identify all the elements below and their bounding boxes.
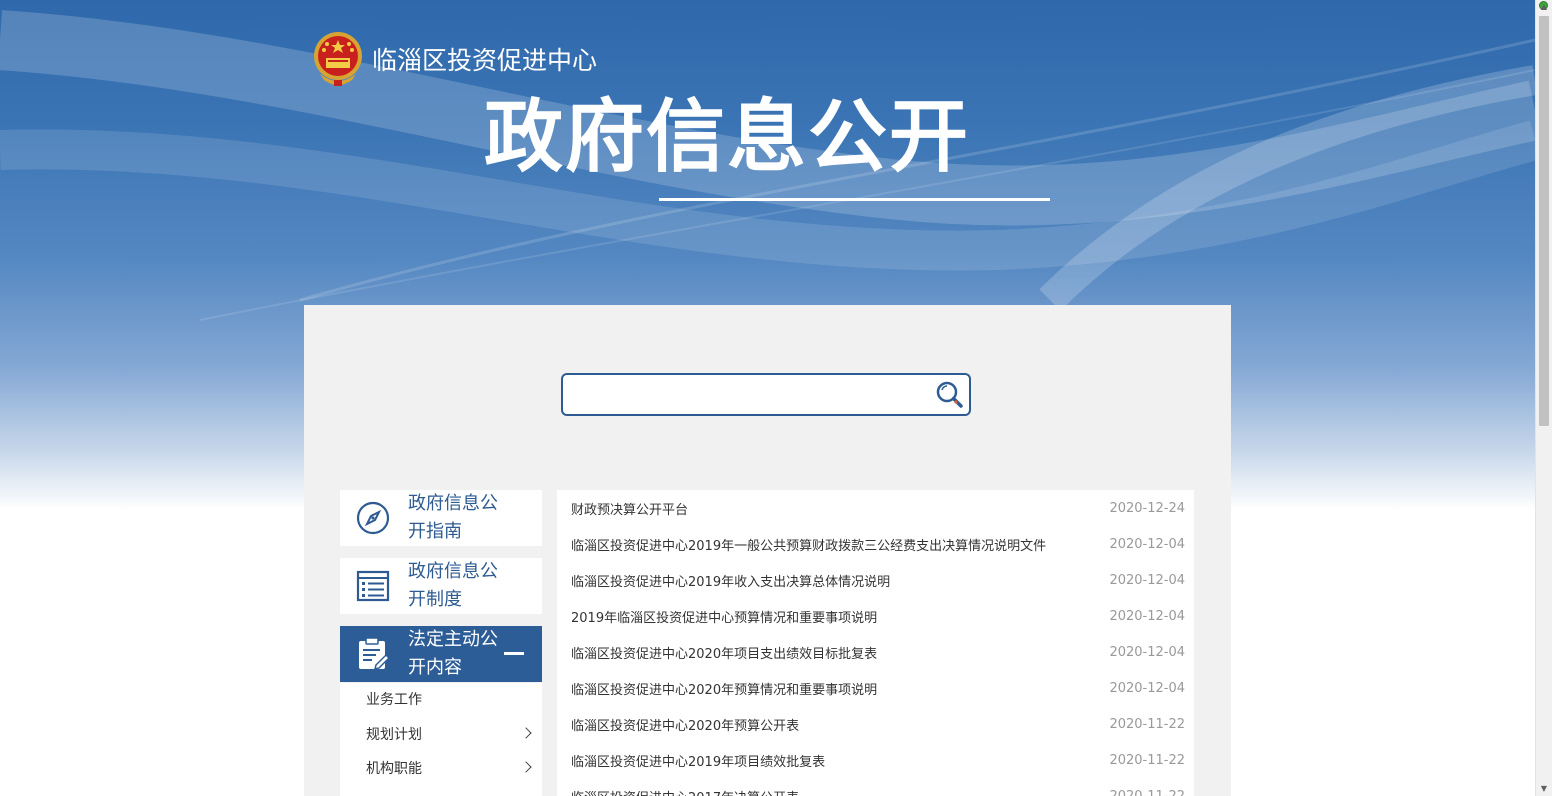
news-date: 2020-11-22 <box>1109 716 1185 732</box>
subitem-label: 机构职能 <box>366 761 422 777</box>
news-date: 2020-12-04 <box>1109 644 1185 660</box>
sidebar-subitem-functions[interactable]: 机构职能 <box>340 752 542 787</box>
news-title[interactable]: 临淄区投资促进中心2017年决算公开表 <box>571 787 799 796</box>
search-input[interactable] <box>571 381 931 409</box>
news-list: 财政预决算公开平台 2020-12-24 临淄区投资促进中心2019年一般公共预… <box>557 490 1194 796</box>
list-item[interactable]: 临淄区投资促进中心2019年项目绩效批复表 2020-11-22 <box>557 742 1194 778</box>
title-underline <box>659 198 1050 201</box>
header-logo[interactable]: 临淄区投资促进中心 <box>312 30 597 88</box>
list-item[interactable]: 临淄区投资促进中心2020年预算公开表 2020-11-22 <box>557 706 1194 742</box>
news-title[interactable]: 临淄区投资促进中心2020年项目支出绩效目标批复表 <box>571 643 877 662</box>
sidebar-item-system[interactable]: 政府信息公开制度 <box>340 558 542 614</box>
news-date: 2020-11-22 <box>1109 788 1185 796</box>
news-date: 2020-11-22 <box>1109 752 1185 768</box>
chevron-right-icon <box>520 726 532 739</box>
list-item[interactable]: 临淄区投资促进中心2019年收入支出决算总体情况说明 2020-12-04 <box>557 562 1194 598</box>
sidebar-item-label: 政府信息公开指南 <box>408 493 498 542</box>
search-box <box>561 373 971 416</box>
news-date: 2020-12-04 <box>1109 680 1185 696</box>
news-date: 2020-12-04 <box>1109 572 1185 588</box>
scrollbar-thumb[interactable] <box>1539 16 1549 426</box>
news-title[interactable]: 临淄区投资促进中心2019年项目绩效批复表 <box>571 751 825 770</box>
news-date: 2020-12-04 <box>1109 608 1185 624</box>
list-item[interactable]: 临淄区投资促进中心2020年预算情况和重要事项说明 2020-12-04 <box>557 670 1194 706</box>
scroll-down-icon[interactable]: ▼ <box>1536 782 1552 796</box>
page: 临淄区投资促进中心 政府信息公开 政府信息公开指南 政府信息公开制度 法定主动公… <box>0 0 1552 796</box>
scroll-up-icon[interactable]: ▲ <box>1536 0 1552 14</box>
sidebar-item-label: 法定主动公开内容 <box>408 629 498 678</box>
collapse-icon[interactable] <box>504 652 524 655</box>
sidebar-subitem-planning[interactable]: 规划计划 <box>340 718 542 753</box>
search-icon[interactable] <box>935 380 965 410</box>
national-emblem-icon <box>314 32 362 86</box>
compass-icon <box>356 501 390 535</box>
list-item[interactable]: 2019年临淄区投资促进中心预算情况和重要事项说明 2020-12-04 <box>557 598 1194 634</box>
news-title[interactable]: 2019年临淄区投资促进中心预算情况和重要事项说明 <box>571 607 877 626</box>
news-title[interactable]: 临淄区投资促进中心2020年预算公开表 <box>571 715 799 734</box>
page-title: 政府信息公开 <box>484 91 970 183</box>
news-title[interactable]: 临淄区投资促进中心2019年一般公共预算财政拨款三公经费支出决算情况说明文件 <box>571 535 1046 554</box>
list-icon <box>356 570 390 602</box>
news-date: 2020-12-04 <box>1109 536 1185 552</box>
news-title[interactable]: 财政预决算公开平台 <box>571 499 688 518</box>
list-item[interactable]: 财政预决算公开平台 2020-12-24 <box>557 490 1194 526</box>
org-name: 临淄区投资促进中心 <box>372 46 598 75</box>
news-title[interactable]: 临淄区投资促进中心2020年预算情况和重要事项说明 <box>571 679 877 698</box>
list-item[interactable]: 临淄区投资促进中心2020年项目支出绩效目标批复表 2020-12-04 <box>557 634 1194 670</box>
chevron-right-icon <box>520 761 532 773</box>
clipboard-edit-icon <box>359 637 390 671</box>
vertical-scrollbar[interactable]: ▲ ▼ <box>1535 0 1552 796</box>
news-title[interactable]: 临淄区投资促进中心2019年收入支出决算总体情况说明 <box>571 571 890 590</box>
subitem-label: 业务工作 <box>366 692 422 708</box>
news-date: 2020-12-24 <box>1109 500 1185 516</box>
subitem-label: 规划计划 <box>366 726 422 743</box>
sidebar-sublist: 业务工作 规划计划 机构职能 <box>340 683 542 796</box>
list-item[interactable]: 临淄区投资促进中心2017年决算公开表 2020-11-22 <box>557 778 1194 796</box>
main-panel: 政府信息公开指南 政府信息公开制度 法定主动公开内容 业务工作 规划计划 机构职… <box>304 305 1231 796</box>
sidebar-item-guide[interactable]: 政府信息公开指南 <box>340 490 542 546</box>
list-item[interactable]: 临淄区投资促进中心2019年一般公共预算财政拨款三公经费支出决算情况说明文件 2… <box>557 526 1194 562</box>
sidebar-item-label: 政府信息公开制度 <box>408 561 498 610</box>
sidebar-item-content[interactable]: 法定主动公开内容 <box>340 626 542 682</box>
sidebar-subitem-business[interactable]: 业务工作 <box>340 683 542 718</box>
